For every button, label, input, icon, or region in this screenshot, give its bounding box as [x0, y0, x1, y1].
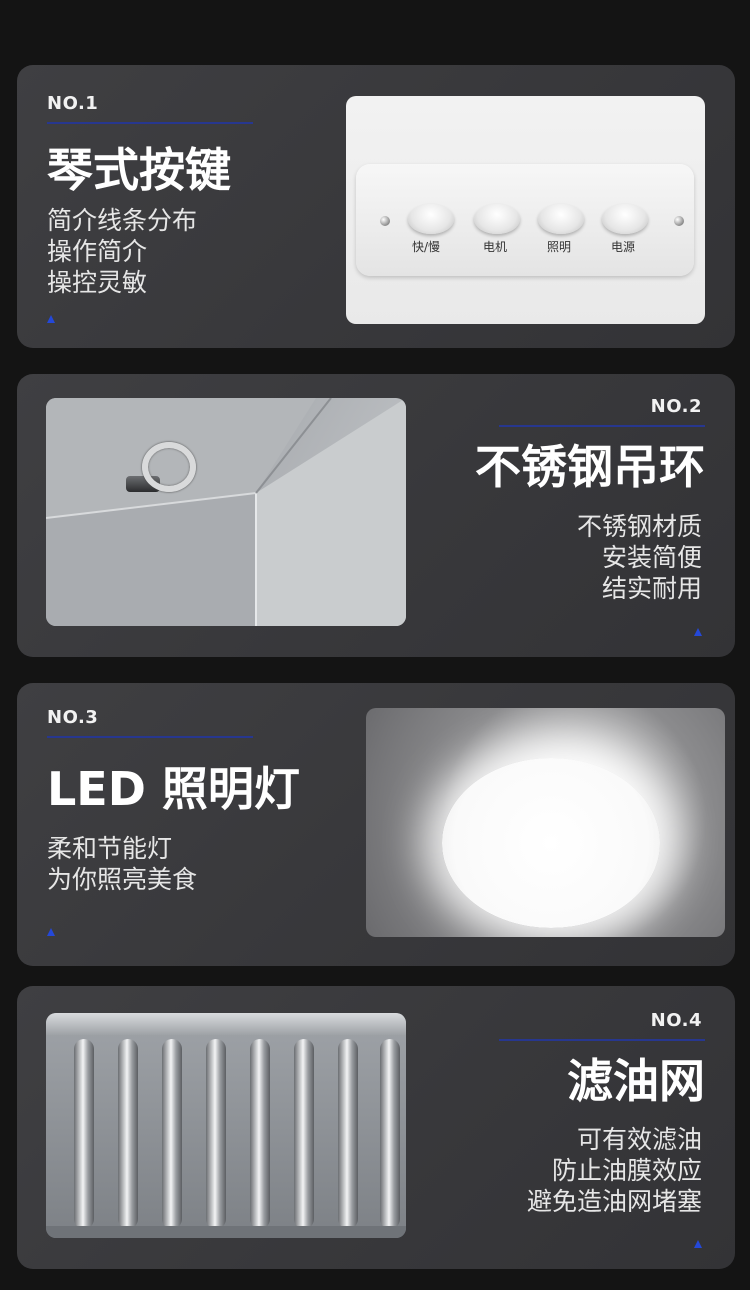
- panel-key-label: 电机: [483, 240, 508, 254]
- section-number: NO.3: [47, 707, 99, 728]
- filter-rod: [162, 1039, 182, 1229]
- triangle-marker-icon: [47, 315, 55, 323]
- control-panel: 快/慢 电机 照明 电源: [356, 164, 694, 276]
- section-title: 不锈钢吊环: [475, 440, 705, 494]
- description-line: 结实耐用: [601, 574, 702, 603]
- section-description: 可有效滤油 防止油膜效应 避免造油网堵塞: [527, 1124, 702, 1217]
- filter-frame-bottom: [46, 1226, 406, 1238]
- led-bulb-icon: [442, 758, 660, 928]
- description-line: 柔和节能灯: [47, 834, 173, 863]
- section-description: 柔和节能灯 为你照亮美食: [47, 833, 197, 895]
- filter-frame: [46, 1013, 406, 1035]
- feature-card-3: NO.3 LED 照明灯 柔和节能灯 为你照亮美食: [17, 683, 735, 966]
- section-rule: [499, 1039, 705, 1041]
- section-number: NO.2: [650, 396, 702, 417]
- section-rule: [47, 122, 253, 124]
- section-rule: [499, 425, 705, 427]
- filter-rod: [74, 1039, 94, 1229]
- description-line: 操作简介: [47, 237, 148, 266]
- triangle-marker-icon: [47, 928, 55, 936]
- feature-card-1: NO.1 琴式按键 简介线条分布 操作简介 操控灵敏 快/慢 电机 照明 电源: [17, 65, 735, 348]
- panel-key: [474, 204, 520, 234]
- description-line: 避免造油网堵塞: [526, 1187, 702, 1216]
- section-description: 不锈钢材质 安装简便 结实耐用: [577, 511, 702, 604]
- section-number: NO.4: [650, 1010, 702, 1031]
- section-title: 滤油网: [567, 1054, 705, 1108]
- filter-rod: [380, 1039, 400, 1229]
- filter-rod: [206, 1039, 226, 1229]
- oil-filter-photo: [46, 1013, 406, 1238]
- panel-key: [538, 204, 584, 234]
- section-title: LED 照明灯: [47, 762, 300, 816]
- triangle-marker-icon: [694, 628, 702, 636]
- description-line: 操控灵敏: [47, 268, 148, 297]
- description-line: 可有效滤油: [576, 1125, 702, 1154]
- triangle-marker-icon: [694, 1240, 702, 1248]
- steel-ring-photo: [46, 398, 406, 626]
- description-line: 不锈钢材质: [576, 512, 702, 541]
- steel-ring-icon: [142, 442, 196, 492]
- panel-key: [602, 204, 648, 234]
- button-panel-photo: 快/慢 电机 照明 电源: [346, 96, 705, 324]
- panel-key-label: 电源: [611, 240, 636, 254]
- screw-icon: [674, 216, 684, 226]
- feature-card-4: NO.4 滤油网 可有效滤油 防止油膜效应 避免造油网堵塞: [17, 986, 735, 1269]
- description-line: 防止油膜效应: [551, 1156, 702, 1185]
- section-rule: [47, 736, 253, 738]
- panel-key-label: 快/慢: [412, 240, 441, 254]
- section-description: 简介线条分布 操作简介 操控灵敏: [47, 205, 197, 298]
- description-line: 简介线条分布: [47, 206, 198, 235]
- screw-icon: [380, 216, 390, 226]
- panel-key-label: 照明: [547, 240, 572, 254]
- filter-rod: [118, 1039, 138, 1229]
- filter-rod: [294, 1039, 314, 1229]
- section-title: 琴式按键: [47, 143, 231, 197]
- panel-key: [408, 204, 454, 234]
- description-line: 为你照亮美食: [47, 865, 198, 894]
- steel-edge-shading: [46, 398, 406, 626]
- filter-rod: [250, 1039, 270, 1229]
- filter-rod: [338, 1039, 358, 1229]
- feature-card-2: NO.2 不锈钢吊环 不锈钢材质 安装简便 结实耐用: [17, 374, 735, 657]
- section-number: NO.1: [47, 93, 99, 114]
- description-line: 安装简便: [601, 543, 702, 572]
- led-light-photo: [366, 708, 725, 937]
